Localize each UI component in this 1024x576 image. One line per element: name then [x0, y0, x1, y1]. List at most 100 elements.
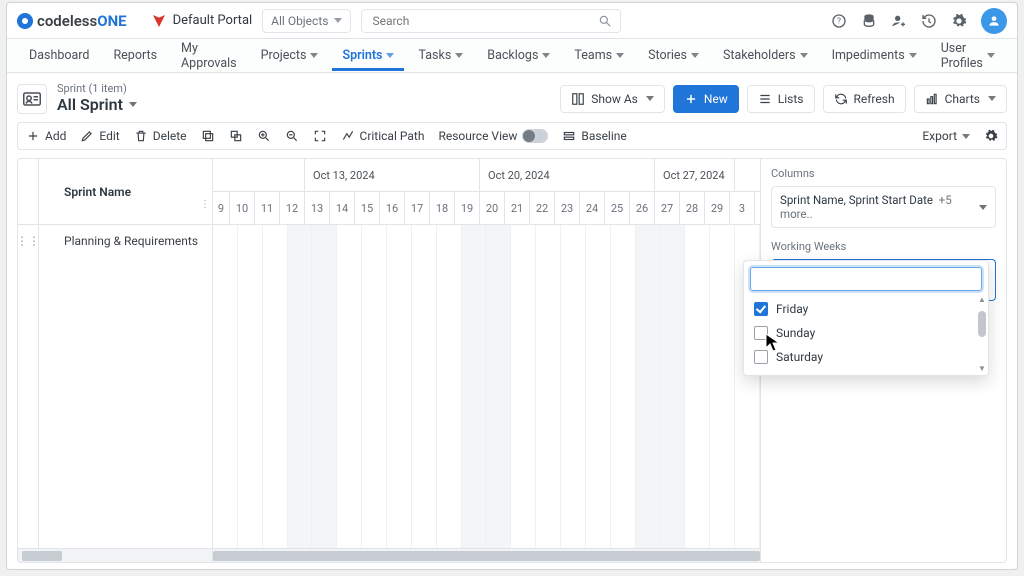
logo-text-b: ONE [97, 12, 126, 30]
nav-item-dashboard[interactable]: Dashboard [19, 40, 99, 71]
h-scrollbar-gantt[interactable] [213, 548, 760, 562]
critical-path-button[interactable]: Critical Path [341, 129, 425, 143]
delete-button[interactable]: Delete [134, 129, 187, 143]
columns-selector[interactable]: Sprint Name, Sprint Start Date +5 more.. [771, 186, 996, 228]
dropdown-scrollbar[interactable]: ▲ ▼ [978, 297, 986, 371]
gantt-column [213, 225, 238, 548]
working-weeks-dropdown[interactable]: Friday Sunday Saturday ▲ ▼ [743, 260, 989, 376]
nav-item-sprints[interactable]: Sprints [332, 40, 404, 71]
gantt-column [412, 225, 437, 548]
svg-text:?: ? [837, 16, 841, 25]
portal-selector[interactable]: Default Portal [151, 13, 253, 29]
columns-label: Columns [771, 167, 996, 180]
user-add-icon[interactable] [891, 13, 907, 29]
day-header: 3 [730, 192, 755, 224]
nav-item-my-approvals[interactable]: My Approvals [171, 33, 247, 79]
day-header: 14 [330, 192, 355, 224]
gantt-column [337, 225, 362, 548]
grid-header-name[interactable]: Sprint Name [18, 159, 212, 225]
checkbox[interactable] [754, 326, 768, 340]
search-box[interactable] [361, 9, 621, 33]
h-scrollbar-left[interactable] [18, 548, 212, 562]
object-selector-label: All Objects [271, 14, 328, 28]
list-icon [758, 92, 772, 106]
nav-item-reports[interactable]: Reports [103, 40, 167, 71]
chevron-down-icon [691, 53, 699, 58]
export-button[interactable]: Export [922, 129, 970, 143]
expand-icon [313, 129, 327, 143]
baseline-button[interactable]: Baseline [562, 129, 626, 143]
checkbox[interactable] [754, 302, 768, 316]
day-header: 22 [530, 192, 555, 224]
dropdown-filter-input[interactable] [750, 267, 982, 291]
zoom-out-button[interactable] [285, 129, 299, 143]
gantt-column [561, 225, 586, 548]
day-header: 21 [505, 192, 530, 224]
nav-item-stakeholders[interactable]: Stakeholders [713, 40, 818, 71]
nav-item-impediments[interactable]: Impediments [822, 40, 927, 71]
refresh-icon [834, 92, 848, 106]
nav-item-backlogs[interactable]: Backlogs [477, 40, 560, 71]
column-resize-handle[interactable]: ⋮ [200, 199, 209, 210]
scroll-down-arrow[interactable]: ▼ [978, 364, 986, 373]
day-option-saturday[interactable]: Saturday [744, 345, 988, 369]
duplicate-button[interactable] [229, 129, 243, 143]
add-button[interactable]: Add [26, 129, 66, 143]
object-selector[interactable]: All Objects [262, 9, 351, 33]
search-input[interactable] [370, 13, 598, 29]
checkbox[interactable] [754, 350, 768, 364]
logo-icon [17, 13, 33, 29]
avatar[interactable] [981, 8, 1007, 34]
refresh-button[interactable]: Refresh [823, 85, 906, 113]
database-icon[interactable] [861, 13, 877, 29]
copy-button[interactable] [201, 129, 215, 143]
chevron-down-icon [129, 102, 137, 107]
settings-button[interactable] [984, 129, 998, 143]
chevron-down-icon [334, 18, 342, 23]
toggle-icon [522, 129, 548, 143]
baseline-icon [562, 129, 576, 143]
nav-item-teams[interactable]: Teams [564, 40, 634, 71]
drag-handle-icon[interactable]: ⋮⋮ [18, 234, 38, 248]
option-label: Friday [776, 302, 808, 316]
main-nav: DashboardReportsMy ApprovalsProjectsSpri… [7, 39, 1017, 73]
day-header: 28 [680, 192, 705, 224]
zoom-out-icon [285, 129, 299, 143]
resource-view-toggle[interactable]: Resource View [438, 129, 548, 143]
day-header: 10 [230, 192, 255, 224]
nav-item-projects[interactable]: Projects [251, 40, 329, 71]
logo-text-a: codeless [37, 12, 97, 30]
nav-item-stories[interactable]: Stories [638, 40, 709, 71]
week-header: Oct 13, 2024 [305, 159, 480, 191]
chevron-down-icon [616, 53, 624, 58]
chevron-down-icon [455, 53, 463, 58]
layout-icon [571, 92, 585, 106]
plus-icon [684, 92, 698, 106]
help-icon[interactable]: ? [831, 13, 847, 29]
app-logo[interactable]: codelessONE [17, 12, 127, 30]
chevron-down-icon [646, 96, 654, 101]
fit-button[interactable] [313, 129, 327, 143]
grid-row[interactable]: ⋮⋮ Planning & Requirements [18, 225, 212, 257]
page-title[interactable]: All Sprint [57, 96, 137, 114]
show-as-button[interactable]: Show As [560, 85, 665, 113]
gantt-column [362, 225, 387, 548]
gantt-column [636, 225, 661, 548]
day-header: 27 [655, 192, 680, 224]
day-option-friday[interactable]: Friday [744, 297, 988, 321]
gantt-column [387, 225, 412, 548]
history-icon[interactable] [921, 13, 937, 29]
day-option-sunday[interactable]: Sunday [744, 321, 988, 345]
nav-item-user-profiles[interactable]: User Profiles [931, 33, 1005, 79]
new-button[interactable]: New [673, 85, 739, 113]
option-label: Sunday [776, 326, 815, 340]
lists-button[interactable]: Lists [747, 85, 815, 113]
edit-button[interactable]: Edit [80, 129, 119, 143]
gantt-column [238, 225, 263, 548]
charts-button[interactable]: Charts [914, 85, 1007, 113]
gantt-column [462, 225, 487, 548]
gear-icon[interactable] [951, 13, 967, 29]
nav-item-tasks[interactable]: Tasks [408, 40, 473, 71]
scroll-thumb[interactable] [978, 311, 986, 337]
zoom-in-button[interactable] [257, 129, 271, 143]
